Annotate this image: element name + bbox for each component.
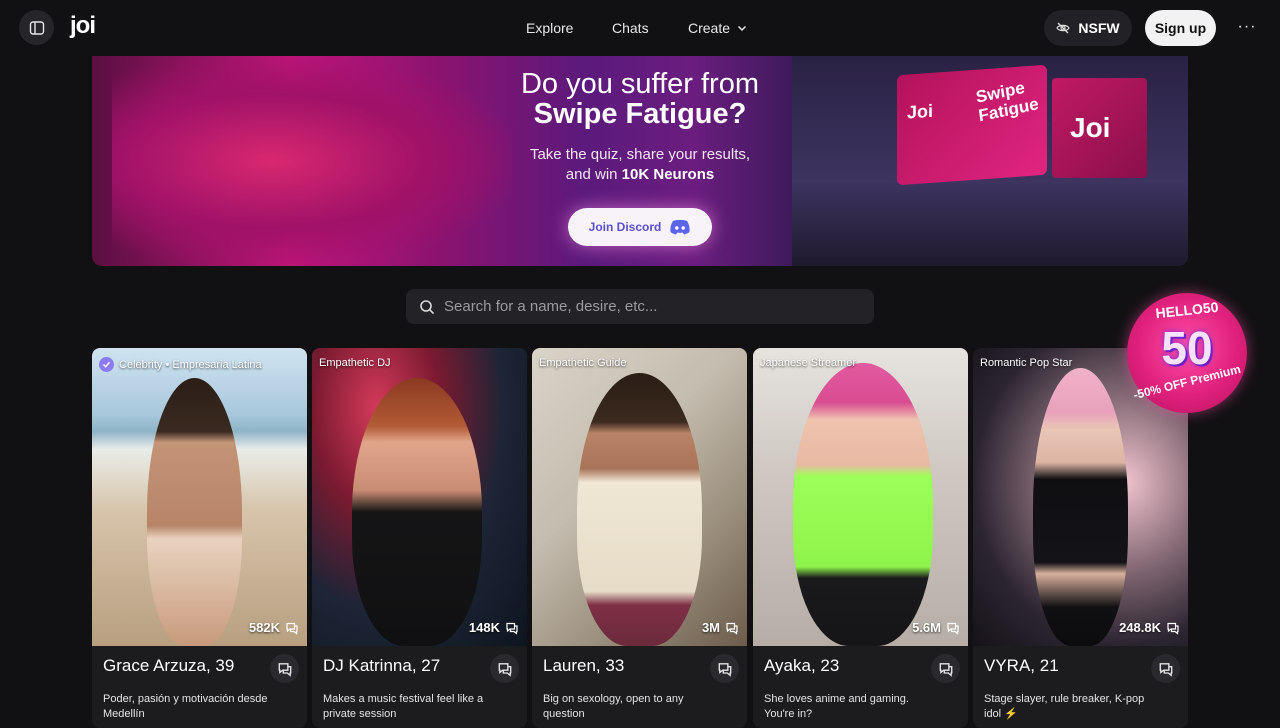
chat-count: 248.8K <box>1119 620 1180 635</box>
chat-bubble-icon <box>726 622 738 635</box>
promo-code: HELLO50 <box>1154 298 1220 322</box>
promo-badge[interactable]: HELLO50 50 -50% OFF Premium <box>1127 293 1247 413</box>
character-description: Poder, pasión y motivación desde Medellí… <box>103 693 268 720</box>
character-image <box>312 348 527 646</box>
chevron-down-icon <box>738 25 747 32</box>
character-card-ayaka[interactable]: Japanese Streamer 5.6M Ayaka, 23 She lov… <box>753 348 968 728</box>
chat-bubble-icon <box>947 622 959 635</box>
join-discord-button[interactable]: Join Discord <box>568 208 712 246</box>
character-tag-label: Celebrity • Empresaria Latina <box>119 358 262 371</box>
character-image <box>92 348 307 646</box>
join-discord-label: Join Discord <box>588 220 662 234</box>
eye-off-icon <box>1056 22 1071 34</box>
character-card-grace[interactable]: Celebrity • Empresaria Latina 582K Grace… <box>92 348 307 728</box>
start-chat-button[interactable] <box>931 654 960 683</box>
character-name: Grace Arzuza, 39 <box>103 656 235 675</box>
banner-subtitle-line2: and win 10K Neurons <box>92 166 1188 183</box>
chat-count: 148K <box>469 620 519 635</box>
character-tag-label: Empathetic Guide <box>539 357 627 369</box>
discord-icon <box>670 219 690 235</box>
chat-count-value: 5.6M <box>912 620 941 635</box>
character-image <box>532 348 747 646</box>
character-grid: Celebrity • Empresaria Latina 582K Grace… <box>92 348 1188 728</box>
chat-count: 5.6M <box>912 620 960 635</box>
chat-bubble-icon <box>498 662 511 677</box>
chat-bubble-icon <box>286 622 298 635</box>
character-card-lauren[interactable]: Empathetic Guide 3M Lauren, 33 Big on se… <box>532 348 747 728</box>
start-chat-button[interactable] <box>270 654 299 683</box>
character-name: DJ Katrinna, 27 <box>323 656 441 675</box>
character-tag-label: Romantic Pop Star <box>980 357 1073 369</box>
character-name: Lauren, 33 <box>543 656 625 675</box>
chat-count-value: 3M <box>701 620 720 635</box>
promo-banner[interactable]: Joi Swipe Fatigue Joi Do you suffer from… <box>92 56 1188 266</box>
chat-bubble-icon <box>718 662 731 677</box>
character-tag: Romantic Pop Star <box>980 357 1072 369</box>
sidebar-icon <box>29 20 44 35</box>
search-icon <box>420 299 435 314</box>
banner-title-line1: Do you suffer from <box>520 68 759 100</box>
character-tag: Celebrity • Empresaria Latina <box>99 357 262 372</box>
search-bar[interactable] <box>406 289 874 324</box>
chat-bubble-icon <box>278 662 291 677</box>
character-card-katrinna[interactable]: Empathetic DJ 148K DJ Katrinna, 27 Makes… <box>312 348 527 728</box>
chat-count-value: 248.8K <box>1119 620 1161 635</box>
nav-chats[interactable]: Chats <box>612 18 649 38</box>
character-card-vyra[interactable]: Romantic Pop Star 248.8K VYRA, 21 Stage … <box>973 348 1188 728</box>
chat-count: 3M <box>702 620 739 635</box>
nsfw-label: NSFW <box>1078 20 1120 36</box>
start-chat-button[interactable] <box>1151 654 1180 683</box>
verified-icon <box>99 357 114 372</box>
character-tag: Empathetic Guide <box>539 357 626 369</box>
signup-button[interactable]: Sign up <box>1145 10 1216 46</box>
character-description: Stage slayer, rule breaker, K-pop idol ⚡ <box>984 693 1145 720</box>
banner-subtitle-bold: 10K Neurons <box>621 166 715 183</box>
sidebar-toggle-button[interactable] <box>19 10 54 45</box>
search-input[interactable] <box>444 298 844 315</box>
nav-create-label: Create <box>688 20 731 36</box>
nsfw-toggle-button[interactable]: NSFW <box>1044 10 1132 46</box>
character-description: Makes a music festival feel like a priva… <box>323 693 484 720</box>
banner-title-line2: Swipe Fatigue? <box>533 98 747 130</box>
character-name: Ayaka, 23 <box>764 656 840 675</box>
logo[interactable]: joi <box>70 12 96 40</box>
chat-count: 582K <box>249 620 299 635</box>
more-options-button[interactable]: ··· <box>1234 14 1260 40</box>
chat-bubble-icon <box>1159 662 1172 677</box>
chat-bubble-icon <box>506 622 518 635</box>
character-image <box>753 348 968 646</box>
character-tag: Empathetic DJ <box>319 357 391 369</box>
start-chat-button[interactable] <box>490 654 519 683</box>
chat-count-value: 582K <box>248 620 280 635</box>
character-tag: Japanese Streamer <box>760 357 856 369</box>
character-name: VYRA, 21 <box>984 656 1059 675</box>
nav-create[interactable]: Create <box>688 18 748 38</box>
chat-count-value: 148K <box>468 620 500 635</box>
character-description: Big on sexology, open to any question <box>543 693 684 720</box>
chat-bubble-icon <box>1167 622 1179 635</box>
top-bar: joi Explore Chats Create NSFW Sign up ··… <box>0 0 1280 56</box>
chat-bubble-icon <box>939 662 952 677</box>
character-description: She loves anime and gaming. You're in? <box>764 693 909 720</box>
character-tag-label: Empathetic DJ <box>319 357 391 369</box>
nav-explore[interactable]: Explore <box>526 18 573 38</box>
character-tag-label: Japanese Streamer <box>760 357 856 369</box>
banner-subtitle-prefix: and win <box>565 166 622 183</box>
banner-subtitle-line1: Take the quiz, share your results, <box>529 146 751 163</box>
start-chat-button[interactable] <box>710 654 739 683</box>
